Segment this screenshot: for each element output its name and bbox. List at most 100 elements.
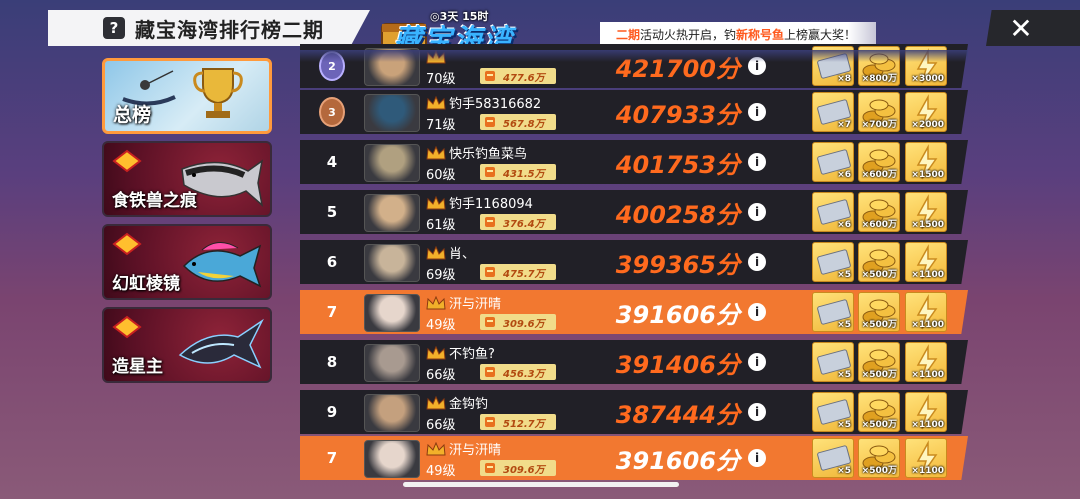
banner-text-2: 上榜赢大奖！ xyxy=(784,27,857,42)
player-name: 钓手58316682 xyxy=(449,97,542,112)
reward-energy[interactable]: ×2000 xyxy=(905,92,947,132)
table-row[interactable]: 7 汧与汧晴 49级 309.6万 391606分 i ×5 ×500万 ×11… xyxy=(300,436,968,480)
reward-coins[interactable]: ×500万 xyxy=(858,392,900,432)
banner-highlight-2: 新称号鱼 xyxy=(736,27,785,42)
reward-energy[interactable]: ×1500 xyxy=(905,192,947,232)
fist-icon xyxy=(485,367,495,377)
reward-quantity: ×3000 xyxy=(911,74,944,84)
reward-coins[interactable]: ×500万 xyxy=(858,292,900,332)
table-row[interactable]: 8 不钓鱼? 66级 456.3万 391406分 i ×5 ×500万 ×11… xyxy=(300,340,968,384)
close-icon[interactable]: ✕ xyxy=(1009,12,1032,45)
tab-fish-2[interactable]: 幻虹棱镜 xyxy=(102,224,272,300)
reward-quantity: ×500万 xyxy=(861,270,897,280)
reward-energy[interactable]: ×1500 xyxy=(905,142,947,182)
reward-quantity: ×700万 xyxy=(861,120,897,130)
table-row[interactable]: 6 肖、 69级 475.7万 399365分 i ×5 ×500万 ×1100 xyxy=(300,240,968,284)
table-row[interactable]: 9 金钩钓 66级 512.7万 387444分 i ×5 ×500万 ×110… xyxy=(300,390,968,434)
avatar[interactable] xyxy=(364,94,420,132)
power-value: 475.7万 xyxy=(503,268,545,280)
player-level: 49级 xyxy=(426,318,456,333)
list-fade xyxy=(300,50,968,62)
score: 399365分 xyxy=(615,250,740,279)
reward-ticket[interactable]: ×5 xyxy=(812,392,854,432)
info-icon[interactable]: i xyxy=(748,403,766,421)
reward-ticket[interactable]: ×7 xyxy=(812,92,854,132)
rank-number: 6 xyxy=(326,253,338,271)
power-value: 309.6万 xyxy=(503,464,545,476)
reward-quantity: ×5 xyxy=(837,270,851,280)
info-icon[interactable]: i xyxy=(748,253,766,271)
rank: 7 xyxy=(316,290,348,334)
avatar[interactable] xyxy=(364,244,420,282)
crown-icon xyxy=(426,146,446,160)
tab-overall[interactable]: 总榜 xyxy=(102,58,272,134)
tab-fish-1[interactable]: 食铁兽之痕 xyxy=(102,141,272,217)
player-level: 60级 xyxy=(426,168,456,183)
player-name: 金钩钓 xyxy=(449,397,489,412)
reward-energy[interactable]: ×1100 xyxy=(905,392,947,432)
reward-energy[interactable]: ×1100 xyxy=(905,242,947,282)
reward-coins[interactable]: ×500万 xyxy=(858,342,900,382)
avatar[interactable] xyxy=(364,344,420,382)
rank: 5 xyxy=(316,190,348,234)
reward-coins[interactable]: ×500万 xyxy=(858,242,900,282)
reward-quantity: ×1100 xyxy=(911,466,944,476)
score: 407933分 xyxy=(615,100,740,129)
close-button[interactable]: ✕ xyxy=(986,10,1080,46)
reward-quantity: ×600万 xyxy=(861,170,897,180)
crown-icon xyxy=(426,296,446,310)
player-name: 钓手1168094 xyxy=(449,197,533,212)
avatar[interactable] xyxy=(364,144,420,182)
reward-coins[interactable]: ×700万 xyxy=(858,92,900,132)
player-level: 49级 xyxy=(426,464,456,479)
reward-quantity: ×500万 xyxy=(861,466,897,476)
reward-energy[interactable]: ×1100 xyxy=(905,438,947,478)
rank-number: 5 xyxy=(326,203,338,221)
crown-icon xyxy=(426,346,446,360)
power-badge: 512.7万 xyxy=(480,414,556,430)
reward-ticket[interactable]: ×5 xyxy=(812,342,854,382)
tab-fish-3[interactable]: 造星主 xyxy=(102,307,272,383)
table-row[interactable]: 7 汧与汧晴 49级 309.6万 391606分 i ×5 ×500万 ×11… xyxy=(300,290,968,334)
power-badge: 431.5万 xyxy=(480,164,556,180)
table-row[interactable]: 5 钓手1168094 61级 376.4万 400258分 i ×6 ×600… xyxy=(300,190,968,234)
reward-ticket[interactable]: ×5 xyxy=(812,242,854,282)
crown-icon xyxy=(426,96,446,110)
reward-coins[interactable]: ×600万 xyxy=(858,142,900,182)
avatar[interactable] xyxy=(364,194,420,232)
table-row[interactable]: 3 钓手58316682 71级 567.8万 407933分 i ×7 ×70… xyxy=(300,90,968,134)
info-icon[interactable]: i xyxy=(748,449,766,467)
reward-energy[interactable]: ×1100 xyxy=(905,292,947,332)
player-level: 66级 xyxy=(426,368,456,383)
fist-icon xyxy=(485,417,495,427)
reward-ticket[interactable]: ×6 xyxy=(812,192,854,232)
score: 401753分 xyxy=(615,150,740,179)
info-icon[interactable]: i xyxy=(748,153,766,171)
reward-coins[interactable]: ×600万 xyxy=(858,192,900,232)
fist-icon xyxy=(485,317,495,327)
leaderboard-screen: ? 藏宝海湾排行榜二期 ◎3天 15时 藏宝海湾 二期 活动火热开启，钓 新称号… xyxy=(0,0,1080,499)
avatar[interactable] xyxy=(364,440,420,478)
info-icon[interactable]: i xyxy=(748,203,766,221)
avatar[interactable] xyxy=(364,294,420,332)
rank: 8 xyxy=(316,340,348,384)
help-icon[interactable]: ? xyxy=(103,17,125,39)
reward-ticket[interactable]: ×6 xyxy=(812,142,854,182)
info-icon[interactable]: i xyxy=(748,103,766,121)
rank-number: 9 xyxy=(326,403,338,421)
info-icon[interactable]: i xyxy=(748,353,766,371)
avatar[interactable] xyxy=(364,394,420,432)
player-name: 汧与汧晴 xyxy=(449,443,502,458)
reward-quantity: ×800万 xyxy=(861,74,897,84)
reward-energy[interactable]: ×1100 xyxy=(905,342,947,382)
info-icon[interactable]: i xyxy=(748,303,766,321)
reward-quantity: ×1100 xyxy=(911,370,944,380)
home-indicator[interactable] xyxy=(403,482,679,487)
reward-coins[interactable]: ×500万 xyxy=(858,438,900,478)
reward-ticket[interactable]: ×5 xyxy=(812,292,854,332)
rank: 9 xyxy=(316,390,348,434)
rank-medal-icon: 3 xyxy=(319,97,345,127)
crown-icon xyxy=(426,442,446,456)
table-row[interactable]: 4 快乐钓鱼菜鸟 60级 431.5万 401753分 i ×6 ×600万 ×… xyxy=(300,140,968,184)
reward-ticket[interactable]: ×5 xyxy=(812,438,854,478)
